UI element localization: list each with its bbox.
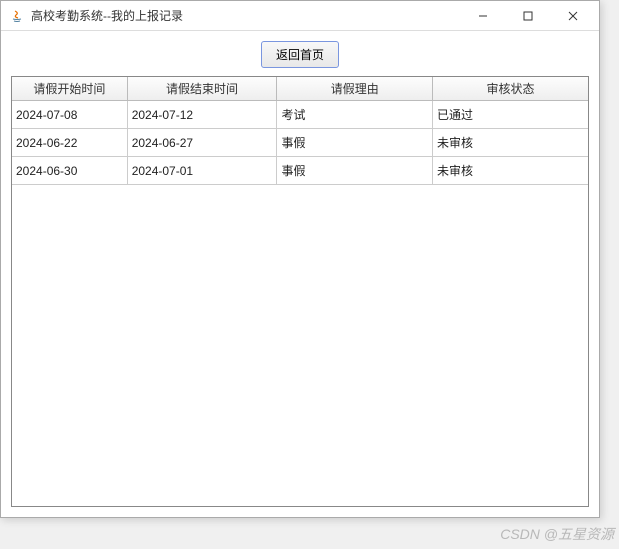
return-home-button[interactable]: 返回首页	[261, 41, 339, 68]
cell-start[interactable]: 2024-06-22	[12, 129, 127, 157]
cell-end[interactable]: 2024-07-01	[127, 157, 277, 185]
leave-records-table: 请假开始时间 请假结束时间 请假理由 审核状态 2024-07-082024-0…	[12, 77, 588, 185]
toolbar: 返回首页	[11, 41, 589, 68]
app-window: 高校考勤系统--我的上报记录 返回首页	[0, 0, 600, 518]
header-end-time[interactable]: 请假结束时间	[127, 77, 277, 101]
cell-reason[interactable]: 事假	[277, 157, 433, 185]
window-title: 高校考勤系统--我的上报记录	[31, 7, 460, 24]
cell-status[interactable]: 未审核	[432, 157, 588, 185]
cell-reason[interactable]: 考试	[277, 101, 433, 129]
table-row[interactable]: 2024-06-222024-06-27事假未审核	[12, 129, 588, 157]
table-header-row: 请假开始时间 请假结束时间 请假理由 审核状态	[12, 77, 588, 101]
header-reason[interactable]: 请假理由	[277, 77, 433, 101]
header-start-time[interactable]: 请假开始时间	[12, 77, 127, 101]
cell-status[interactable]: 未审核	[432, 129, 588, 157]
watermark: CSDN @五星资源	[500, 524, 614, 544]
content-area: 返回首页 请假开始时间 请假结束时间 请假理由 审核状态	[1, 31, 599, 517]
header-status[interactable]: 审核状态	[432, 77, 588, 101]
cell-status[interactable]: 已通过	[432, 101, 588, 129]
cell-end[interactable]: 2024-06-27	[127, 129, 277, 157]
minimize-button[interactable]	[460, 2, 505, 30]
cell-start[interactable]: 2024-06-30	[12, 157, 127, 185]
window-controls	[460, 2, 595, 30]
maximize-button[interactable]	[505, 2, 550, 30]
cell-start[interactable]: 2024-07-08	[12, 101, 127, 129]
java-icon	[9, 8, 25, 24]
table-row[interactable]: 2024-06-302024-07-01事假未审核	[12, 157, 588, 185]
close-button[interactable]	[550, 2, 595, 30]
cell-end[interactable]: 2024-07-12	[127, 101, 277, 129]
table-row[interactable]: 2024-07-082024-07-12考试已通过	[12, 101, 588, 129]
table-container: 请假开始时间 请假结束时间 请假理由 审核状态 2024-07-082024-0…	[11, 76, 589, 507]
cell-reason[interactable]: 事假	[277, 129, 433, 157]
titlebar: 高校考勤系统--我的上报记录	[1, 1, 599, 31]
